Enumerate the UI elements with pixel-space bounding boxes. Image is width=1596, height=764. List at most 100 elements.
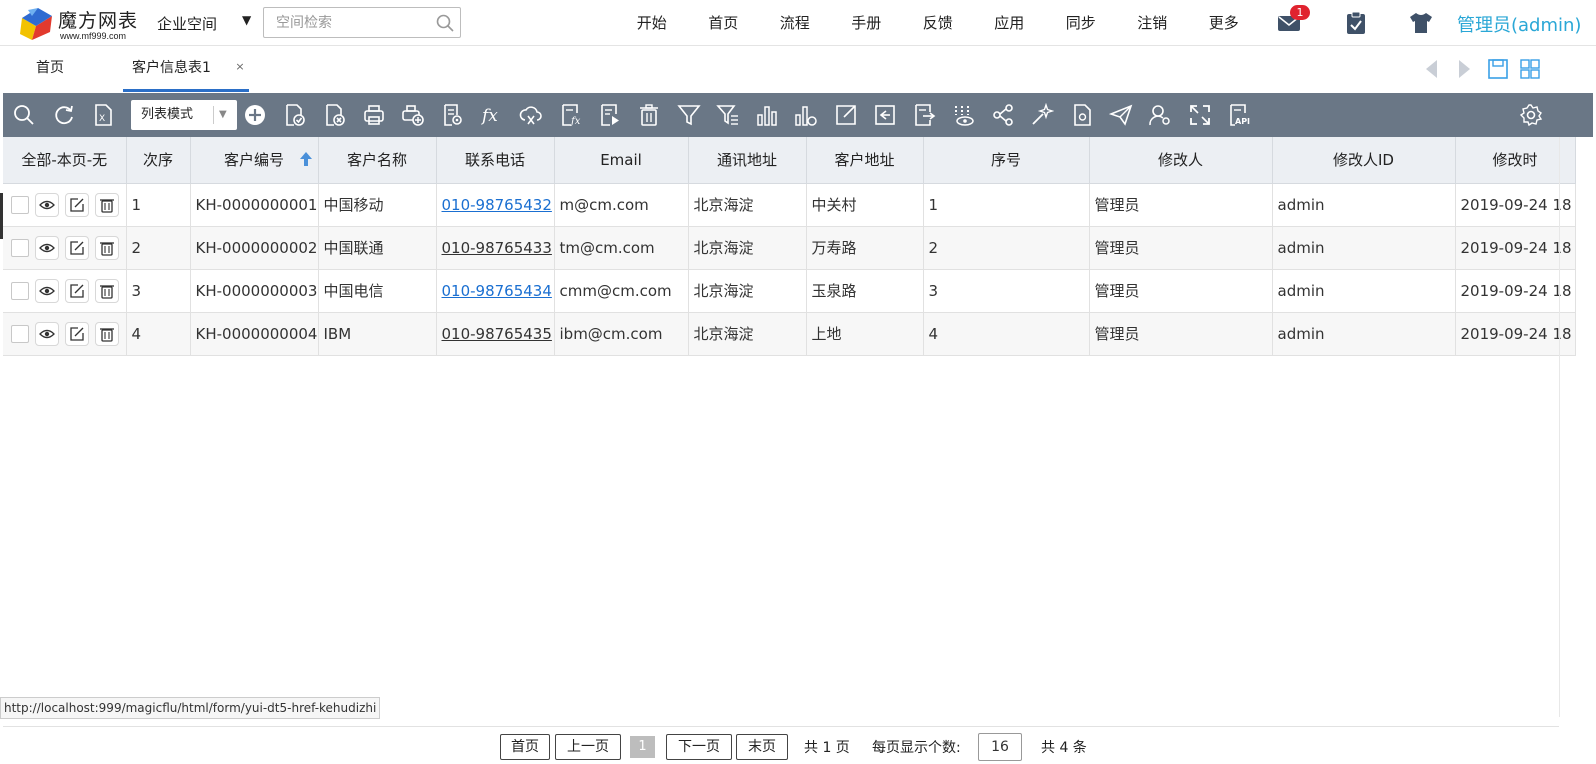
pager-last-button[interactable]: 末页	[736, 734, 788, 760]
row-checkbox[interactable]	[11, 324, 29, 343]
space-selector-label[interactable]: 企业空间	[157, 13, 217, 34]
pager-next-button[interactable]: 下一页	[666, 734, 732, 760]
logo[interactable]: 魔方网表 www.mf999.com	[20, 4, 138, 42]
import-icon[interactable]	[873, 103, 897, 127]
pager-prev-button[interactable]: 上一页	[555, 734, 621, 760]
save-layout-icon[interactable]	[1486, 57, 1510, 81]
pager-current-page[interactable]: 1	[630, 736, 655, 758]
edit-button[interactable]	[65, 192, 89, 217]
current-user[interactable]: 管理员(admin)	[1457, 11, 1581, 37]
sort-ascending-icon[interactable]	[299, 152, 312, 166]
add-icon[interactable]	[243, 103, 267, 127]
delete-button[interactable]	[95, 321, 119, 346]
phone-link[interactable]: 010-98765435	[442, 325, 552, 343]
view-button[interactable]	[35, 235, 59, 260]
clipboard-check-icon[interactable]	[1343, 10, 1369, 36]
print-settings-icon[interactable]	[401, 103, 425, 127]
table-row[interactable]: 3 KH-0000000003 中国电信 010-98765434 cmm@cm.com…	[3, 269, 1576, 313]
table-row[interactable]: 1 KH-0000000001 中国移动 010-98765432 m@cm.com 北京…	[3, 183, 1576, 227]
tab-close-icon[interactable]: ×	[233, 60, 247, 74]
theme-shirt-icon[interactable]	[1408, 10, 1434, 36]
col-phone[interactable]: 联系电话	[436, 137, 555, 184]
doc-settings-icon[interactable]	[441, 103, 465, 127]
pager-first-button[interactable]: 首页	[500, 734, 550, 760]
col-modifier[interactable]: 修改人	[1089, 137, 1273, 184]
nav-manual[interactable]: 手册	[831, 0, 903, 46]
view-mode-select[interactable]: 列表模式 ▼	[131, 100, 237, 130]
table-header-row: 全部-本页-无 次序 客户编号 客户名称 联系电话 Email 通讯地址 客户地…	[3, 137, 1576, 184]
nav-start[interactable]: 开始	[616, 0, 688, 46]
col-modified-time[interactable]: 修改时	[1455, 137, 1576, 184]
phone-link[interactable]: 010-98765432	[442, 196, 552, 214]
gear-icon[interactable]	[1519, 103, 1543, 127]
formula-icon[interactable]: fx	[480, 103, 504, 127]
column-visibility-icon[interactable]	[952, 103, 976, 127]
send-icon[interactable]	[1109, 103, 1133, 127]
row-checkbox[interactable]	[11, 195, 29, 214]
space-dropdown-caret-icon[interactable]: ▼	[242, 13, 251, 27]
col-sequence[interactable]: 序号	[923, 137, 1090, 184]
doc-formula-icon[interactable]: fx	[559, 103, 583, 127]
delete-button[interactable]	[95, 235, 119, 260]
col-customer-code[interactable]: 客户编号	[190, 137, 319, 184]
tab-home[interactable]: 首页	[36, 47, 64, 92]
doc-link-icon[interactable]	[1070, 103, 1094, 127]
api-doc-icon[interactable]: API	[1227, 103, 1251, 127]
phone-link[interactable]: 010-98765434	[442, 282, 552, 300]
col-mail-address[interactable]: 通讯地址	[688, 137, 807, 184]
export-icon[interactable]	[834, 103, 858, 127]
phone-link[interactable]: 010-98765433	[442, 239, 552, 257]
view-button[interactable]	[35, 321, 59, 346]
nav-logout[interactable]: 注销	[1117, 0, 1189, 46]
col-order[interactable]: 次序	[126, 137, 191, 184]
edit-button[interactable]	[65, 278, 89, 303]
user-settings-icon[interactable]	[1148, 103, 1172, 127]
delete-button[interactable]	[95, 192, 119, 217]
tab-customer-info[interactable]: 客户信息表1	[123, 47, 249, 92]
chart-settings-icon[interactable]	[794, 103, 818, 127]
view-button[interactable]	[35, 192, 59, 217]
row-checkbox[interactable]	[11, 238, 29, 257]
col-customer-address[interactable]: 客户地址	[806, 137, 924, 184]
print-icon[interactable]	[362, 103, 386, 127]
excel-export-icon[interactable]: X	[91, 103, 115, 127]
magic-wand-icon[interactable]	[1030, 103, 1054, 127]
table-row[interactable]: 4 KH-0000000004 IBM 010-98765435 ibm@cm.com 北…	[3, 312, 1576, 356]
filter-list-icon[interactable]	[716, 103, 740, 127]
pager-page-size-input[interactable]: 16	[978, 733, 1022, 761]
col-select-all[interactable]: 全部-本页-无	[3, 137, 127, 184]
share-icon[interactable]	[991, 103, 1015, 127]
trash-icon[interactable]	[637, 103, 661, 127]
col-email[interactable]: Email	[554, 137, 689, 184]
nav-sync[interactable]: 同步	[1045, 0, 1117, 46]
space-search-input[interactable]	[263, 7, 461, 38]
nav-apps[interactable]: 应用	[974, 0, 1046, 46]
approve-doc-icon[interactable]	[283, 103, 307, 127]
filter-icon[interactable]	[677, 103, 701, 127]
delete-button[interactable]	[95, 278, 119, 303]
search-icon[interactable]	[12, 103, 36, 127]
reject-doc-icon[interactable]	[323, 103, 347, 127]
table-row[interactable]: 2 KH-0000000002 中国联通 010-98765433 tm@cm.com 北…	[3, 226, 1576, 270]
bar-chart-icon[interactable]	[755, 103, 779, 127]
doc-export-icon[interactable]	[912, 103, 936, 127]
nav-home[interactable]: 首页	[688, 0, 760, 46]
col-customer-name[interactable]: 客户名称	[318, 137, 437, 184]
fullscreen-icon[interactable]	[1188, 103, 1212, 127]
row-checkbox[interactable]	[11, 281, 29, 300]
nav-more[interactable]: 更多	[1188, 0, 1260, 46]
cloud-sync-icon[interactable]	[519, 103, 543, 127]
doc-play-icon[interactable]	[598, 103, 622, 127]
view-button[interactable]	[35, 278, 59, 303]
cell-sequence: 3	[923, 269, 1090, 313]
edit-button[interactable]	[65, 321, 89, 346]
col-modifier-id[interactable]: 修改人ID	[1272, 137, 1456, 184]
tab-scroll-left-icon[interactable]	[1420, 57, 1444, 81]
tab-scroll-right-icon[interactable]	[1452, 57, 1476, 81]
grid-layout-icon[interactable]	[1518, 57, 1542, 81]
search-icon[interactable]	[435, 13, 455, 33]
nav-workflow[interactable]: 流程	[759, 0, 831, 46]
edit-button[interactable]	[65, 235, 89, 260]
nav-feedback[interactable]: 反馈	[902, 0, 974, 46]
refresh-icon[interactable]	[52, 103, 76, 127]
